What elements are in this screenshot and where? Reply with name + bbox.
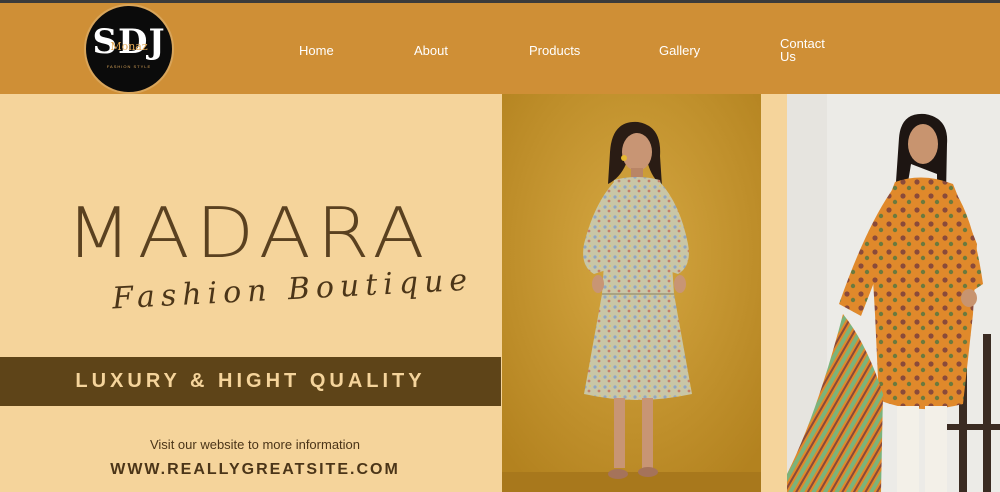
visit-text: Visit our website to more information [149,437,361,452]
logo-name: Monaz [110,40,148,53]
quality-band: LUXURY & HIGHT QUALITY [0,357,501,406]
website-url[interactable]: WWW.REALLYGREATSITE.COM [0,461,510,479]
logo-tagline: FASHION STYLE [106,64,152,69]
nav-contact-link[interactable]: Contact Us [780,37,830,63]
hero-banner: MADARA Fashion Boutique LUXURY & HIGHT Q… [0,94,1000,492]
model-floral-dress-photo [502,94,761,492]
photo-divider [761,94,787,492]
nav-gallery-link[interactable]: Gallery [659,44,700,57]
brand-title: MADARA [66,191,431,274]
nav-home-link[interactable]: Home [299,44,334,57]
brand-logo[interactable]: SDJ Monaz FASHION STYLE [84,4,174,94]
quality-text: LUXURY & HIGHT QUALITY [75,370,426,392]
model-orange-kurta-photo [787,94,1000,492]
site-header: SDJ Monaz FASHION STYLE Home About Produ… [0,3,1000,94]
nav-products-link[interactable]: Products [529,44,580,57]
nav-about-link[interactable]: About [414,44,448,57]
